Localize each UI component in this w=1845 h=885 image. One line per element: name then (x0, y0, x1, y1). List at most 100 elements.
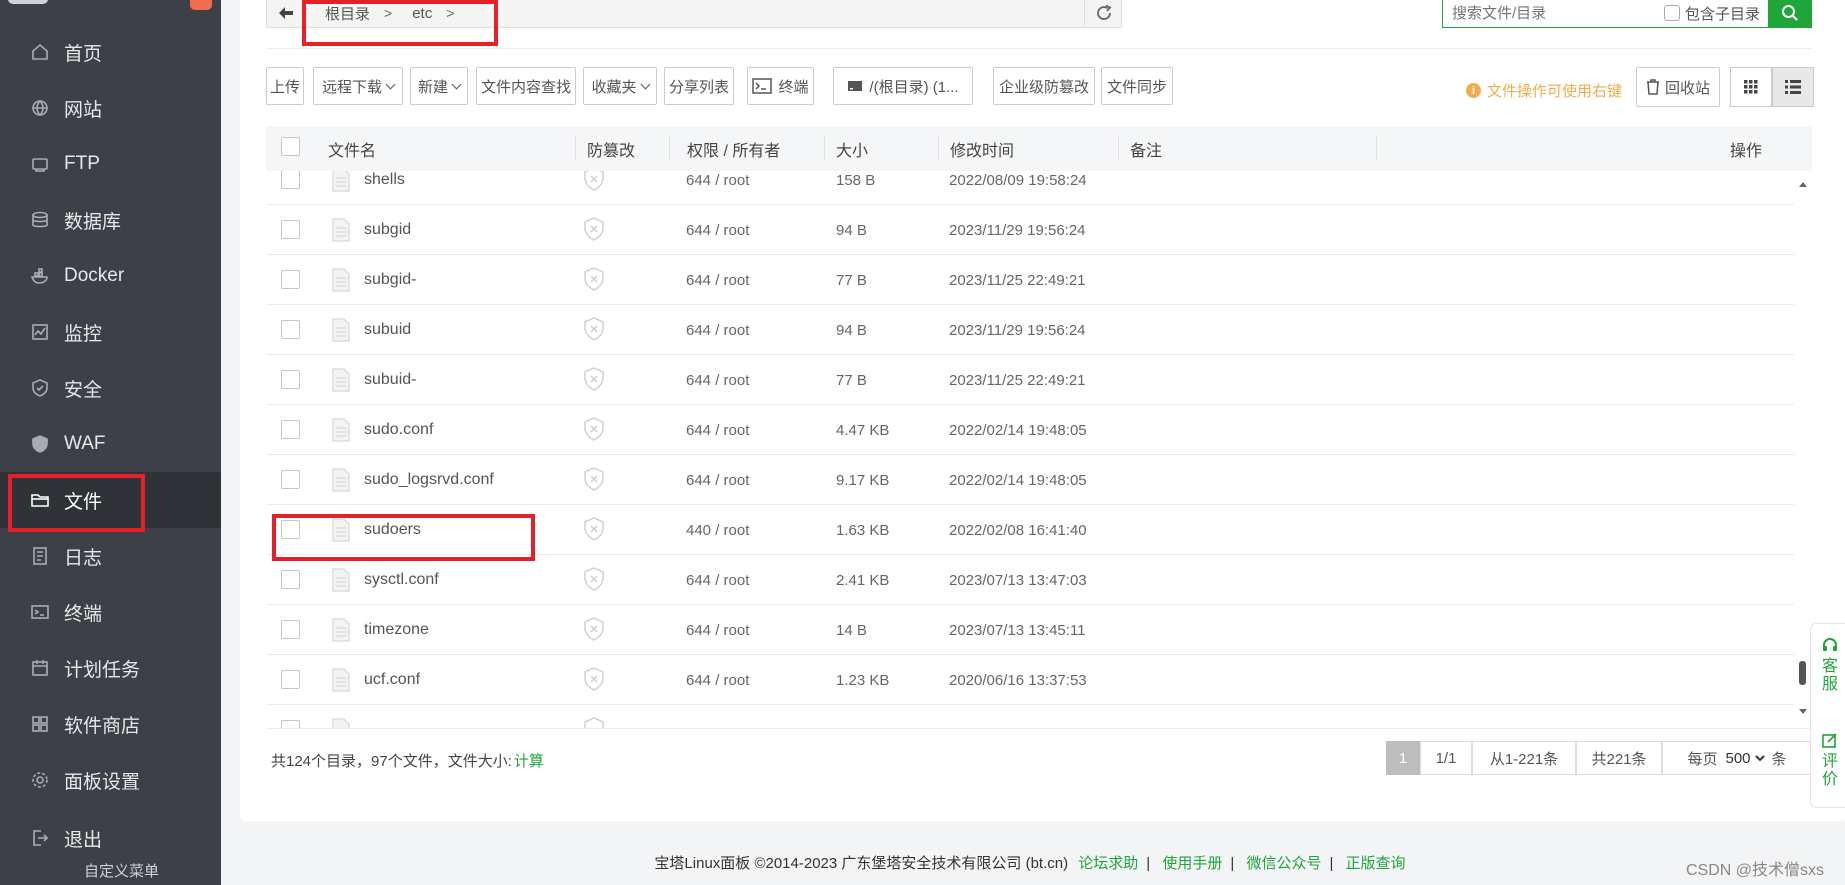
sidebar-item-custom-menu[interactable]: 自定义菜单 (84, 860, 159, 881)
per-page-select[interactable]: 500 (1721, 748, 1768, 768)
row-checkbox[interactable] (281, 620, 300, 639)
file-name[interactable]: sudo_logsrvd.conf (364, 455, 494, 505)
grid-view-button[interactable] (1730, 67, 1772, 107)
tamper-button[interactable]: 企业级防篡改 (993, 67, 1095, 105)
search-input[interactable] (1452, 4, 1662, 22)
file-name[interactable]: subgid- (364, 255, 416, 305)
file-perm[interactable]: 440 / root (686, 505, 749, 555)
table-row[interactable]: subgid 644 / root 94 B 2023/11/29 19:56:… (266, 205, 1794, 255)
calc-size-link[interactable]: 计算 (514, 753, 544, 770)
breadcrumb-etc[interactable]: etc (412, 5, 432, 22)
shield-x-icon[interactable] (583, 617, 605, 641)
row-checkbox[interactable] (281, 420, 300, 439)
sidebar-item-waf[interactable]: WAF (0, 416, 221, 472)
file-name[interactable]: ucf.conf (364, 655, 420, 705)
file-name[interactable]: sudoers (364, 505, 421, 555)
list-view-button[interactable] (1772, 67, 1814, 107)
file-name[interactable]: subgid (364, 205, 411, 255)
col-name[interactable]: 文件名 (328, 126, 376, 171)
table-row[interactable]: sysctl.conf 644 / root 2.41 KB 2023/07/1… (266, 555, 1794, 605)
back-button[interactable] (267, 0, 305, 27)
shield-x-icon[interactable] (583, 567, 605, 591)
review-button[interactable]: 评价 (1822, 732, 1838, 789)
file-name[interactable]: timezone (364, 605, 429, 655)
row-checkbox[interactable] (281, 370, 300, 389)
file-perm[interactable]: 644 / root (686, 305, 749, 355)
file-name[interactable]: sudo.conf (364, 405, 433, 455)
file-perm[interactable]: 644 / root (686, 455, 749, 505)
customer-service-button[interactable]: 客服 (1822, 637, 1838, 694)
include-subdir-checkbox[interactable]: 包含子目录 (1664, 3, 1760, 24)
shield-x-icon[interactable] (583, 217, 605, 241)
shield-x-icon[interactable] (583, 267, 605, 291)
sidebar-item-website[interactable]: 网站 (0, 80, 221, 136)
wechat-link[interactable]: 微信公众号 (1246, 855, 1321, 872)
table-row-partial[interactable] (266, 705, 1794, 729)
sidebar-item-security[interactable]: 安全 (0, 360, 221, 416)
sidebar-item-ftp[interactable]: FTP (0, 136, 221, 192)
shield-x-icon[interactable] (583, 517, 605, 541)
sidebar-item-store[interactable]: 软件商店 (0, 696, 221, 752)
row-checkbox[interactable] (281, 220, 300, 239)
terminal-button[interactable]: 终端 (747, 67, 814, 105)
sidebar-item-settings[interactable]: 面板设置 (0, 752, 221, 808)
shield-x-icon[interactable] (583, 367, 605, 391)
row-checkbox[interactable] (281, 171, 300, 189)
file-perm[interactable]: 644 / root (686, 171, 749, 205)
file-perm[interactable]: 644 / root (686, 405, 749, 455)
table-row[interactable]: subuid 644 / root 94 B 2023/11/29 19:56:… (266, 305, 1794, 355)
table-row[interactable]: shells 644 / root 158 B 2022/08/09 19:58… (266, 171, 1794, 205)
remote-download-button[interactable]: 远程下载 (313, 67, 403, 105)
col-perm[interactable]: 权限 / 所有者 (687, 126, 780, 171)
sidebar-item-terminal[interactable]: 终端 (0, 584, 221, 640)
row-checkbox[interactable] (281, 670, 300, 689)
table-row[interactable]: timezone 644 / root 14 B 2023/07/13 13:4… (266, 605, 1794, 655)
table-row[interactable]: subgid- 644 / root 77 B 2023/11/25 22:49… (266, 255, 1794, 305)
table-row[interactable]: ucf.conf 644 / root 1.23 KB 2020/06/16 1… (266, 655, 1794, 705)
sidebar-item-logout[interactable]: 退出 (0, 810, 221, 866)
file-perm[interactable]: 644 / root (686, 655, 749, 705)
favorites-button[interactable]: 收藏夹 (583, 67, 657, 105)
refresh-button[interactable] (1084, 0, 1122, 28)
disk-button[interactable]: /(根目录) (1... (833, 67, 973, 105)
content-search-button[interactable]: 文件内容查找 (476, 67, 576, 105)
page-current[interactable]: 1 (1386, 741, 1420, 775)
col-size[interactable]: 大小 (836, 126, 868, 171)
row-checkbox[interactable] (281, 270, 300, 289)
sidebar-item-docker[interactable]: Docker (0, 248, 221, 304)
license-link[interactable]: 正版查询 (1346, 855, 1406, 872)
shield-x-icon[interactable] (583, 317, 605, 341)
new-button[interactable]: 新建 (410, 67, 468, 105)
shield-x-icon[interactable] (583, 417, 605, 441)
file-perm[interactable]: 644 / root (686, 605, 749, 655)
col-mtime[interactable]: 修改时间 (950, 126, 1014, 171)
file-perm[interactable]: 644 / root (686, 205, 749, 255)
file-name[interactable]: subuid (364, 305, 411, 355)
sidebar-item-cron[interactable]: 计划任务 (0, 640, 221, 696)
sidebar-item-home[interactable]: 首页 (0, 24, 221, 80)
file-sync-button[interactable]: 文件同步 (1101, 67, 1173, 105)
table-row[interactable]: sudo.conf 644 / root 4.47 KB 2022/02/14 … (266, 405, 1794, 455)
upload-button[interactable]: 上传 (266, 67, 304, 105)
shield-x-icon[interactable] (583, 467, 605, 491)
file-name[interactable]: shells (364, 171, 405, 205)
sidebar-item-logs[interactable]: 日志 (0, 528, 221, 584)
file-perm[interactable]: 644 / root (686, 355, 749, 405)
recycle-bin-button[interactable]: 回收站 (1636, 67, 1720, 107)
table-row[interactable]: sudoers 440 / root 1.63 KB 2022/02/08 16… (266, 505, 1794, 555)
search-button[interactable] (1768, 0, 1812, 28)
breadcrumb-root[interactable]: 根目录 (325, 3, 370, 24)
sidebar-item-database[interactable]: 数据库 (0, 192, 221, 248)
shield-x-icon[interactable] (583, 667, 605, 691)
row-checkbox[interactable] (281, 570, 300, 589)
file-perm[interactable]: 644 / root (686, 255, 749, 305)
share-list-button[interactable]: 分享列表 (664, 67, 734, 105)
file-name[interactable]: subuid- (364, 355, 416, 405)
row-checkbox[interactable] (281, 520, 300, 539)
shield-x-icon[interactable] (583, 171, 605, 191)
row-checkbox[interactable] (281, 470, 300, 489)
manual-link[interactable]: 使用手册 (1162, 855, 1222, 872)
sidebar-item-monitor[interactable]: 监控 (0, 304, 221, 360)
table-row[interactable]: subuid- 644 / root 77 B 2023/11/25 22:49… (266, 355, 1794, 405)
checkbox[interactable] (1664, 5, 1680, 21)
